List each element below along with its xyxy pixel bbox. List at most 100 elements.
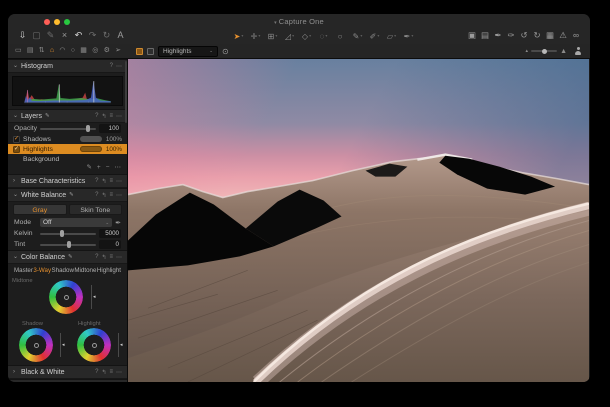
more-icon[interactable]: ⋯ [116,192,122,199]
more-icon[interactable]: ⋯ [116,369,122,376]
select-tool-icon[interactable]: ➤ [230,28,247,44]
add-layer-icon[interactable]: + [97,164,101,172]
kelvin-slider-knob[interactable] [60,230,64,237]
kelvin-value[interactable]: 5000 [99,229,121,238]
midtone-color-wheel[interactable] [49,280,83,314]
spot-tool-icon[interactable]: ◌ [315,28,332,44]
histogram-header[interactable]: ⌄ Histogram ? ⋯ [8,59,127,73]
more-icon[interactable]: ⋯ [116,63,122,70]
help-icon[interactable]: ? [95,254,98,261]
zoom-slider-knob[interactable] [542,49,547,54]
tab-details-icon[interactable]: ○ [71,44,75,58]
black-white-header[interactable]: › Black & White ? ↰ ≡ ⋯ [8,365,127,379]
remove-layer-icon[interactable]: − [106,164,110,172]
tab-lens-icon[interactable]: ⇅ [39,44,45,58]
grid-icon[interactable]: ▦ [544,28,556,43]
opacity-slider[interactable] [40,128,96,130]
color-editor-header[interactable]: › Color Editor ✎ ? ↰ ≡ ⋯ [8,379,127,382]
collapse-icon[interactable]: ⌄ [13,110,19,122]
sidebar-scrollbar[interactable] [125,61,127,123]
tab-master[interactable]: Master [14,266,33,275]
collapse-icon[interactable]: › [13,175,19,187]
loupe-icon[interactable]: ⊙ [222,47,229,56]
tint-slider-knob[interactable] [67,241,71,248]
layer-row-highlights[interactable]: ✓ Highlights 100% [8,144,127,154]
tab-adjustments-icon[interactable]: ▦ [80,44,87,58]
help-icon[interactable]: ? [95,192,98,199]
edit-icon[interactable]: ✎ [44,28,57,43]
user-icon[interactable] [574,47,582,55]
help-icon[interactable]: ? [95,178,98,185]
tab-highlight[interactable]: Highlight [97,266,121,275]
eraser-tool-icon[interactable]: ✐ [366,28,383,44]
brush-icon[interactable]: ✎ [86,164,91,172]
tab-exposure-icon[interactable]: ◠ [59,44,65,58]
image-viewer[interactable] [128,59,590,382]
layer-row-shadows[interactable]: ✓ Shadows 100% [8,134,127,144]
tab-gray[interactable]: Gray [13,204,67,215]
collapse-icon[interactable]: › [13,366,19,378]
layer-select-dropdown[interactable]: Highlights ⌄ [158,46,218,57]
mode-dropdown[interactable]: Off ⌄ [40,218,112,227]
keystone-tool-icon[interactable]: ◇ [298,28,315,44]
brush-tool-icon[interactable]: ✎ [349,28,366,44]
tab-shadow[interactable]: Shadow [52,266,74,275]
presets-icon[interactable]: ≡ [109,178,113,185]
help-icon[interactable]: ? [95,369,98,376]
eyedropper-tool-icon[interactable]: ✒ [400,28,417,44]
color-balance-header[interactable]: ⌄ Color Balance ✎ ? ↰ ≡ ⋯ [8,250,127,264]
highlight-lightness-slider[interactable] [118,333,119,357]
redo-icon[interactable]: ↷ [86,28,99,43]
collapse-icon[interactable]: ⌄ [13,60,19,72]
tab-midtone[interactable]: Midtone [74,266,96,275]
white-balance-header[interactable]: ⌄ White Balance ✎ ? ↰ ≡ ⋯ [8,188,127,202]
proof-icon[interactable]: ∞ [570,28,582,43]
presets-icon[interactable]: ≡ [109,254,113,261]
tab-batch-icon[interactable]: ➢ [115,44,121,58]
pan-tool-icon[interactable]: ✛ [247,28,264,44]
wb-eyedropper-icon[interactable]: ✒ [115,219,121,227]
presets-icon[interactable]: ≡ [109,369,113,376]
tab-library-icon[interactable]: ▭ [15,44,22,58]
zoom-slider[interactable] [531,50,557,52]
base-characteristics-header[interactable]: › Base Characteristics ? ↰ ≡ ⋯ [8,174,127,188]
tint-value[interactable]: 0 [99,240,121,249]
rotate-cw-icon[interactable]: ↻ [531,28,543,43]
viewer-toggle-icon[interactable]: ▣ [466,28,478,43]
slider-arrow-icon[interactable]: ◂ [93,295,96,300]
annotations-icon[interactable]: A [114,28,127,43]
zoom-in-icon[interactable]: ▲ [560,48,567,55]
tint-slider[interactable] [40,244,96,246]
highlight-color-wheel[interactable] [77,328,111,362]
wheel-center-dot[interactable] [34,343,39,348]
mask-pen-icon[interactable]: ✑ [505,28,517,43]
shadow-color-wheel[interactable] [19,328,53,362]
exposure-warning-icon[interactable]: ⚠ [557,28,569,43]
more-icon[interactable]: ⋯ [116,113,122,120]
kelvin-slider[interactable] [40,233,96,235]
rotate-ccw-icon[interactable]: ↺ [518,28,530,43]
midtone-lightness-slider[interactable] [91,285,92,309]
mask-outline-icon[interactable] [147,48,154,55]
camera-icon[interactable]: ▢ [30,28,43,43]
collapse-icon[interactable]: ⌄ [13,189,19,201]
more-icon[interactable]: ⋯ [116,178,122,185]
slider-arrow-icon[interactable]: ◂ [120,343,123,348]
layers-header[interactable]: ⌄ Layers ✎ ? ↰ ≡ ⋯ [8,109,127,123]
rotate-icon[interactable]: ↻ [100,28,113,43]
opacity-slider-knob[interactable] [86,125,90,132]
zoom-out-icon[interactable]: ▴ [526,48,529,54]
copy-icon[interactable]: ↰ [101,369,106,376]
help-icon[interactable]: ? [95,113,98,120]
layer-row-background[interactable]: Background [8,154,127,164]
copy-icon[interactable]: ↰ [101,178,106,185]
mask-tool-icon[interactable]: ○ [332,28,349,44]
browser-toggle-icon[interactable]: ▤ [479,28,491,43]
collapse-icon[interactable]: › [13,380,19,382]
tab-skin-tone[interactable]: Skin Tone [69,204,123,215]
help-icon[interactable]: ? [110,63,113,70]
tab-output-icon[interactable]: ⚙ [104,44,110,58]
copy-icon[interactable]: ↰ [101,113,106,120]
shadow-lightness-slider[interactable] [60,333,61,357]
layer-checkbox[interactable]: ✓ [13,136,20,143]
